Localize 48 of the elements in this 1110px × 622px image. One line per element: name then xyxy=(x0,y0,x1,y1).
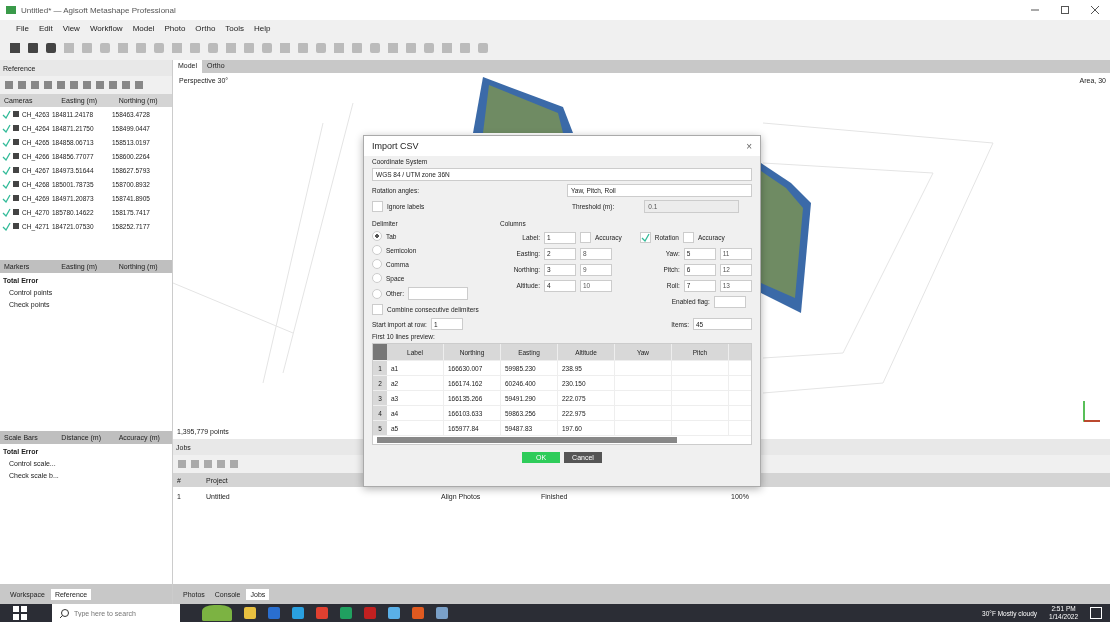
menu-item[interactable]: File xyxy=(16,23,29,33)
scrollbar[interactable] xyxy=(377,437,677,443)
radio-button[interactable] xyxy=(372,273,382,283)
axes-icon xyxy=(1080,399,1102,425)
app-icon[interactable] xyxy=(412,607,424,619)
checkbox[interactable] xyxy=(2,137,11,147)
checkbox[interactable] xyxy=(2,151,11,161)
close-button[interactable]: × xyxy=(746,140,752,152)
radio-button[interactable] xyxy=(372,245,382,255)
window-title: Untitled* — Agisoft Metashape Professional xyxy=(21,5,176,15)
checkbox[interactable] xyxy=(2,221,11,231)
menu-item[interactable]: Ortho xyxy=(195,23,216,33)
radio-button[interactable] xyxy=(372,288,382,299)
menu-item[interactable]: Model xyxy=(132,23,155,33)
checkbox[interactable] xyxy=(2,109,11,119)
radio-button[interactable] xyxy=(372,259,382,269)
app-icon[interactable] xyxy=(388,607,400,619)
checkbox[interactable] xyxy=(2,123,11,133)
app-icon[interactable] xyxy=(268,607,280,619)
radio-button[interactable] xyxy=(372,231,382,241)
menu-item[interactable]: Photo xyxy=(164,23,186,33)
checkbox[interactable] xyxy=(2,207,11,217)
app-icon[interactable] xyxy=(364,607,376,619)
checkbox[interactable] xyxy=(372,304,383,315)
spin-field[interactable] xyxy=(713,295,746,308)
menu-item[interactable]: Workflow xyxy=(89,23,123,33)
other-delimiter-field[interactable] xyxy=(408,287,469,300)
menu-item[interactable]: Help xyxy=(254,23,271,33)
preview-table[interactable] xyxy=(372,343,752,445)
app-icon[interactable] xyxy=(244,607,256,619)
checkbox[interactable] xyxy=(2,165,11,175)
app-icon[interactable] xyxy=(340,607,352,619)
menu-item[interactable]: View xyxy=(62,23,80,33)
menu-item[interactable]: Edit xyxy=(38,23,53,33)
checkbox[interactable] xyxy=(639,232,651,243)
app-logo-icon xyxy=(6,6,16,14)
checkbox[interactable] xyxy=(2,193,11,203)
search-icon xyxy=(59,608,70,619)
checkbox[interactable] xyxy=(682,232,694,243)
app-icon[interactable] xyxy=(292,607,304,619)
checkbox[interactable] xyxy=(372,201,383,212)
dialog-title: Import CSV xyxy=(372,141,419,151)
checkbox[interactable] xyxy=(2,179,11,189)
app-icon[interactable] xyxy=(316,607,328,619)
app-icon[interactable] xyxy=(436,607,448,619)
checkbox[interactable] xyxy=(580,232,591,243)
notification-icon[interactable] xyxy=(1090,607,1102,619)
menu-item[interactable]: Tools xyxy=(225,23,245,33)
